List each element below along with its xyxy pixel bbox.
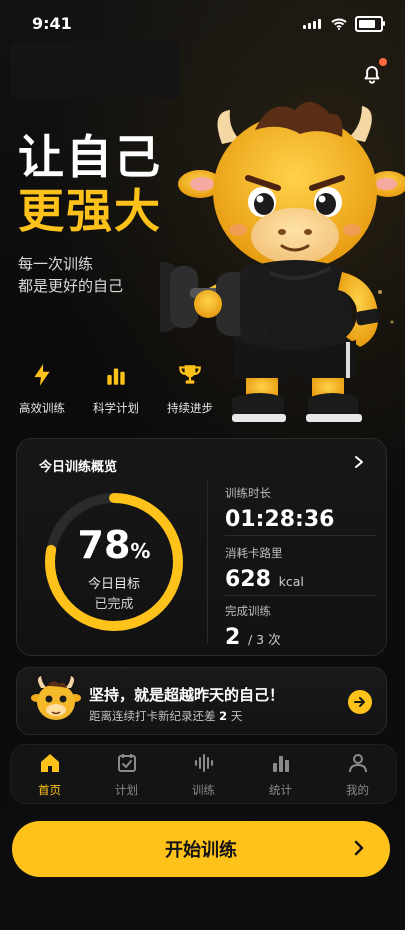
stat-label: 消耗卡路里 xyxy=(225,546,283,560)
progress-ring-text: 78% 今日目标 已完成 xyxy=(39,487,189,637)
nav-label: 训练 xyxy=(192,782,215,797)
ring-label-goal: 今日目标 xyxy=(87,577,140,592)
bar-chart-icon xyxy=(107,368,125,385)
hero-subtitle-line1: 每一次训练 xyxy=(18,255,94,273)
nav-item-train[interactable]: 训练 xyxy=(169,751,239,798)
status-bar: 9:41 xyxy=(0,0,405,46)
chevron-right-icon[interactable] xyxy=(352,455,366,469)
stat-calories: 消耗卡路里 628 kcal xyxy=(225,545,375,592)
start-training-label: 开始训练 xyxy=(165,840,237,861)
today-overview-card[interactable]: 今日训练概览 78% 今日目标 已完成 训练时长 01:28:36 消耗卡路里 … xyxy=(16,438,387,656)
nav-item-home[interactable]: 首页 xyxy=(15,751,85,798)
home-icon xyxy=(40,753,59,772)
hero-subtitle-line2: 都是更好的自己 xyxy=(18,277,124,295)
motivation-banner[interactable]: 坚持，就是超越昨天的自己！ 距离连续打卡新纪录还差 2 天 xyxy=(16,667,387,735)
wifi-icon xyxy=(331,18,347,30)
nav-item-plan[interactable]: 计划 xyxy=(92,751,162,798)
feature-efficient: 高效训练 xyxy=(14,362,70,416)
card-title: 今日训练概览 xyxy=(39,460,118,475)
lightning-icon xyxy=(34,364,50,386)
hero-title-line1: 让自己 xyxy=(18,130,162,184)
trophy-icon xyxy=(179,365,201,384)
app-screen: 9:41 让自己 更强大 每一次训练 都是更好的自己 高效训练 科学计划 持续进… xyxy=(0,0,405,930)
stat-divider xyxy=(225,535,377,536)
stat-duration: 训练时长 01:28:36 xyxy=(225,485,375,532)
feature-label: 高效训练 xyxy=(19,401,65,415)
stat-value: 2 / 3 次 xyxy=(225,625,281,650)
feature-plan: 科学计划 xyxy=(88,362,144,416)
card-divider xyxy=(207,479,208,643)
banner-arrow-button[interactable] xyxy=(348,690,372,714)
nav-item-stats[interactable]: 统计 xyxy=(246,751,316,798)
stat-divider xyxy=(225,595,377,596)
bull-avatar-icon xyxy=(31,676,81,720)
banner-subtitle: 距离连续打卡新纪录还差 2 天 xyxy=(89,709,243,723)
chevron-right-icon xyxy=(354,840,364,856)
status-icons xyxy=(303,14,385,33)
battery-icon xyxy=(355,15,385,32)
stat-label: 训练时长 xyxy=(225,486,271,500)
stat-completed: 完成训练 2 / 3 次 xyxy=(225,603,375,650)
start-training-button[interactable]: 开始训练 xyxy=(12,821,390,877)
banner-title: 坚持，就是超越昨天的自己！ xyxy=(89,686,285,704)
signal-icon xyxy=(303,14,323,33)
hero-title-line2: 更强大 xyxy=(18,184,162,238)
nav-item-profile[interactable]: 我的 xyxy=(323,751,393,798)
notification-button[interactable] xyxy=(359,58,387,86)
status-time: 9:41 xyxy=(32,14,72,33)
hero-title: 让自己 更强大 xyxy=(18,130,162,238)
feature-label: 科学计划 xyxy=(93,401,139,415)
feature-progress: 持续进步 xyxy=(162,362,218,416)
progress-percent: 78% xyxy=(77,523,151,567)
notification-dot xyxy=(379,58,387,66)
nav-label: 我的 xyxy=(346,782,369,797)
arrow-right-icon xyxy=(354,697,365,707)
brand-area xyxy=(10,42,180,98)
hero-subtitle: 每一次训练 都是更好的自己 xyxy=(18,253,123,297)
feature-label: 持续进步 xyxy=(167,401,213,415)
feature-list: 高效训练 科学计划 持续进步 xyxy=(14,362,218,416)
calendar-check-icon xyxy=(117,753,136,772)
ring-label-done: 已完成 xyxy=(94,597,134,612)
nav-label: 计划 xyxy=(115,782,138,797)
stats-icon xyxy=(272,755,289,772)
stat-value: 628 kcal xyxy=(225,567,304,592)
stat-label: 完成训练 xyxy=(225,604,271,618)
nav-label: 统计 xyxy=(269,782,292,797)
waveform-icon xyxy=(194,753,213,772)
bottom-nav: 首页 计划 训练 统计 我的 xyxy=(10,744,397,804)
nav-label: 首页 xyxy=(38,782,61,797)
stat-value: 01:28:36 xyxy=(225,507,335,532)
user-icon xyxy=(348,753,367,772)
